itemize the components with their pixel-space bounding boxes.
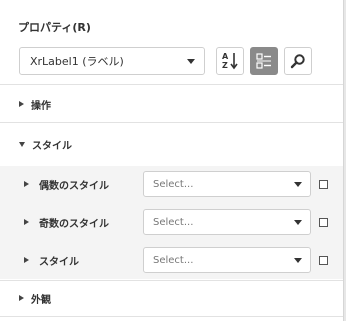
properties-panel: プロパティ(R) XrLabel1 (ラベル) A Z 操作 スタイル 偶数のス… — [0, 0, 344, 321]
collapse-arrow-icon — [19, 141, 25, 147]
categorized-view-button[interactable] — [250, 47, 278, 75]
property-label: 奇数のスタイル — [39, 218, 109, 230]
even-style-checkbox[interactable] — [319, 180, 328, 189]
style-properties-section: 偶数のスタイル Select... 奇数のスタイル Select... スタイル… — [0, 166, 343, 279]
expand-arrow-icon — [19, 295, 24, 301]
chevron-down-icon — [294, 219, 302, 225]
search-button[interactable] — [284, 47, 312, 75]
property-label: 偶数のスタイル — [39, 180, 109, 192]
panel-title: プロパティ(R) — [18, 21, 91, 34]
property-label: スタイル — [39, 256, 79, 268]
sort-alphabetical-icon: A Z — [222, 52, 238, 70]
divider — [0, 122, 343, 123]
group-style[interactable]: スタイル — [0, 132, 343, 156]
odd-style-select[interactable]: Select... — [143, 209, 311, 235]
select-placeholder: Select... — [153, 216, 194, 228]
select-placeholder: Select... — [153, 178, 194, 190]
chevron-down-icon — [187, 58, 195, 64]
odd-style-checkbox[interactable] — [319, 218, 328, 227]
style-checkbox[interactable] — [319, 256, 328, 265]
group-label: スタイル — [32, 140, 72, 152]
object-selector-dropdown[interactable]: XrLabel1 (ラベル) — [19, 47, 205, 75]
search-icon — [290, 54, 305, 69]
group-appearance[interactable]: 外観 — [0, 286, 343, 310]
chevron-down-icon — [294, 257, 302, 263]
svg-text:Z: Z — [222, 61, 228, 70]
divider — [0, 84, 343, 85]
even-style-select[interactable]: Select... — [143, 171, 311, 197]
expand-arrow-icon — [19, 101, 24, 107]
divider — [0, 280, 343, 281]
divider — [0, 316, 343, 317]
categorized-view-icon — [256, 53, 271, 69]
property-row-even-style: 偶数のスタイル Select... — [0, 167, 343, 201]
sort-alphabetical-button[interactable]: A Z — [216, 47, 244, 75]
expand-arrow-icon[interactable] — [24, 181, 29, 187]
group-label: 操作 — [31, 100, 51, 112]
expand-arrow-icon[interactable] — [24, 219, 29, 225]
style-select[interactable]: Select... — [143, 247, 311, 273]
property-row-style: スタイル Select... — [0, 243, 343, 277]
chevron-down-icon — [294, 181, 302, 187]
expand-arrow-icon[interactable] — [24, 257, 29, 263]
group-operations[interactable]: 操作 — [0, 92, 343, 116]
select-placeholder: Select... — [153, 254, 194, 266]
svg-text:A: A — [222, 52, 229, 61]
property-row-odd-style: 奇数のスタイル Select... — [0, 205, 343, 239]
group-label: 外観 — [31, 294, 51, 306]
object-selector-value: XrLabel1 (ラベル) — [30, 55, 124, 68]
